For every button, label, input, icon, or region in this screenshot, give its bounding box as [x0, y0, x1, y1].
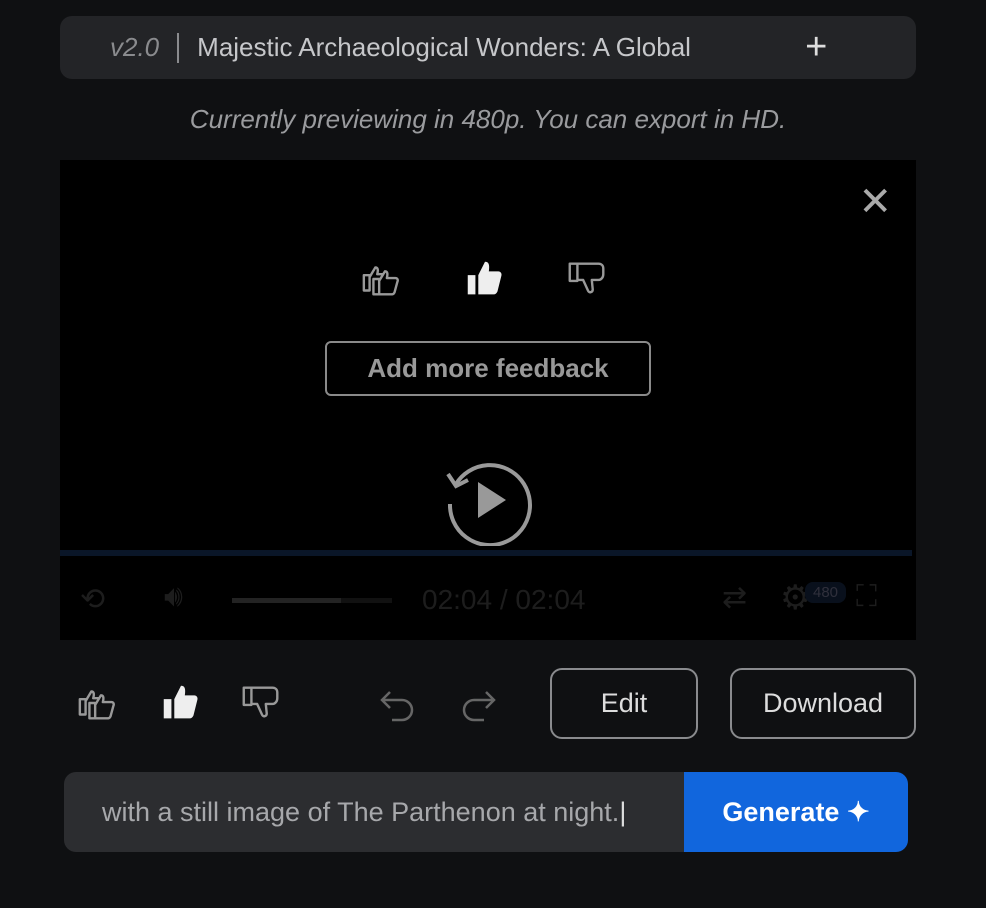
feedback-overlay	[360, 256, 610, 302]
thumbs-down-icon[interactable]	[238, 680, 284, 726]
player-controls: ⟲ 🔊︎ 02:04 / 02:04 ⇄ ⚙ 480 ⛶	[60, 578, 916, 624]
generate-label: Generate	[722, 796, 840, 827]
edit-button[interactable]: Edit	[550, 668, 698, 739]
preview-notice: Currently previewing in 480p. You can ex…	[189, 104, 787, 134]
sparkle-icon: ✦	[846, 796, 870, 827]
loop-icon[interactable]: ⇄	[722, 580, 747, 615]
prompt-input[interactable]: with a still image of The Parthenon at n…	[64, 772, 684, 852]
action-bar: Edit Download	[0, 668, 986, 740]
text-cursor: |	[619, 797, 627, 827]
generate-button[interactable]: Generate ✦	[684, 772, 908, 852]
version-tab-bar: v2.0 Majestic Archaeological Wonders: A …	[60, 16, 916, 79]
super-like-icon[interactable]	[76, 680, 122, 726]
quality-badge: 480	[805, 582, 847, 603]
add-feedback-button[interactable]: Add more feedback	[325, 341, 651, 396]
thumbs-down-icon[interactable]	[564, 256, 610, 302]
progress-bar[interactable]	[60, 550, 912, 556]
thumbs-up-icon[interactable]	[462, 256, 508, 302]
volume-icon[interactable]: 🔊︎	[164, 580, 183, 614]
project-title[interactable]: Majestic Archaeological Wonders: A Globa…	[197, 32, 765, 63]
version-label[interactable]: v2.0	[110, 32, 159, 63]
undo-icon[interactable]	[378, 686, 418, 726]
replay-icon[interactable]	[442, 454, 534, 546]
video-player[interactable]: ✕ Add more feedback ⟲ 🔊︎ 02:04 / 02:04 ⇄…	[60, 160, 916, 640]
redo-icon[interactable]	[458, 686, 498, 726]
fullscreen-icon[interactable]: ⛶	[856, 580, 877, 614]
volume-slider[interactable]	[232, 598, 392, 603]
divider	[177, 32, 180, 63]
super-like-icon[interactable]	[360, 256, 406, 302]
prompt-text: with a still image of The Parthenon at n…	[102, 797, 620, 827]
close-icon[interactable]: ✕	[858, 182, 892, 222]
plus-icon[interactable]: +	[805, 26, 827, 69]
replay-small-icon[interactable]: ⟲	[80, 582, 105, 617]
thumbs-up-icon[interactable]	[158, 680, 204, 726]
download-button[interactable]: Download	[730, 668, 916, 739]
time-display: 02:04 / 02:04	[422, 584, 586, 615]
